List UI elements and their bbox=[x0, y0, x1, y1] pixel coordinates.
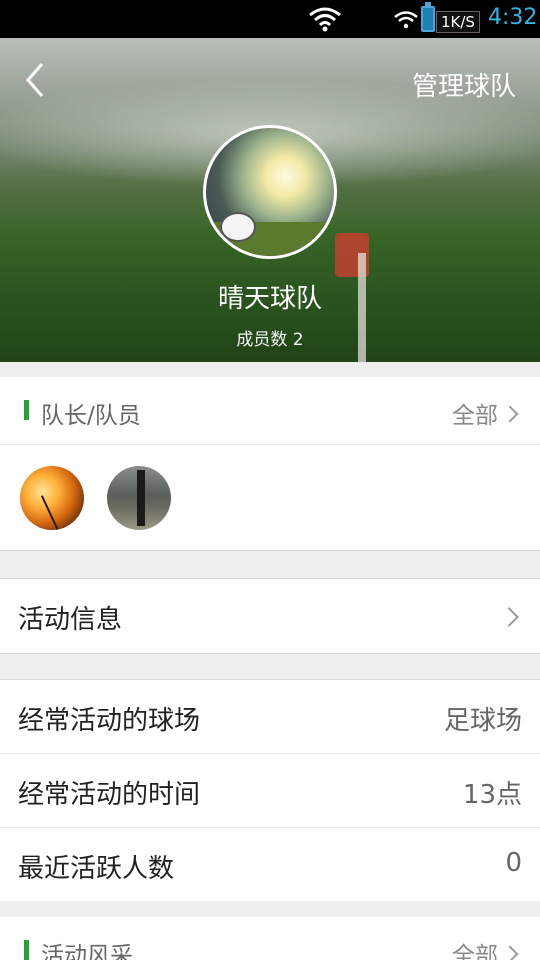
field-label: 最近活跃人数 bbox=[18, 854, 175, 884]
list-item: 经常活动的时间 13点 bbox=[0, 754, 540, 828]
members-header[interactable]: 队长/队员 全部 bbox=[0, 377, 540, 445]
football bbox=[220, 212, 256, 242]
chevron-right-icon bbox=[501, 405, 519, 423]
field-label: 经常活动的时间 bbox=[18, 780, 201, 810]
chevron-left-icon bbox=[26, 63, 44, 97]
back-button[interactable] bbox=[14, 58, 58, 102]
team-name: 晴天球队 bbox=[217, 284, 322, 314]
gallery-section: 活动风采 全部 bbox=[0, 917, 540, 960]
field-value: 足球场 bbox=[443, 706, 522, 736]
section-marker bbox=[24, 400, 29, 420]
status-bar: 1K/S 4:32 bbox=[0, 0, 540, 38]
network-speed: 1K/S bbox=[436, 11, 480, 33]
field-value: 0 bbox=[505, 848, 522, 878]
list-item: 经常活动的球场 足球场 bbox=[0, 680, 540, 754]
field-value: 13点 bbox=[462, 780, 522, 810]
team-avatar[interactable] bbox=[203, 125, 337, 259]
activity-info-label: 活动信息 bbox=[18, 605, 123, 635]
manage-team-button[interactable]: 管理球队 bbox=[412, 66, 516, 103]
list-item: 最近活跃人数 0 bbox=[0, 828, 540, 902]
chevron-right-icon bbox=[501, 945, 519, 960]
gallery-header[interactable]: 活动风采 全部 bbox=[0, 917, 540, 960]
member-avatar[interactable] bbox=[20, 466, 84, 530]
members-title: 队长/队员 bbox=[41, 403, 141, 429]
activity-info-row[interactable]: 活动信息 bbox=[0, 578, 540, 654]
field-label: 经常活动的球场 bbox=[18, 706, 201, 736]
members-all-link[interactable]: 全部 bbox=[452, 396, 519, 430]
gallery-title: 活动风采 bbox=[41, 943, 133, 960]
member-count: 成员数 2 bbox=[236, 330, 304, 350]
battery-icon bbox=[421, 2, 435, 32]
chevron-right-icon bbox=[499, 607, 519, 627]
section-marker bbox=[24, 940, 29, 960]
gallery-all-label: 全部 bbox=[452, 943, 498, 960]
wifi-icon bbox=[394, 11, 418, 29]
member-avatar[interactable] bbox=[107, 466, 171, 530]
members-section: 队长/队员 全部 bbox=[0, 377, 540, 551]
gallery-all-link[interactable]: 全部 bbox=[452, 936, 519, 960]
wifi-icon bbox=[309, 7, 341, 32]
team-header: 管理球队 晴天球队 成员数 2 bbox=[0, 38, 540, 362]
clock: 4:32 bbox=[488, 5, 538, 30]
team-details: 经常活动的球场 足球场 经常活动的时间 13点 最近活跃人数 0 bbox=[0, 679, 540, 901]
members-all-label: 全部 bbox=[452, 403, 498, 429]
